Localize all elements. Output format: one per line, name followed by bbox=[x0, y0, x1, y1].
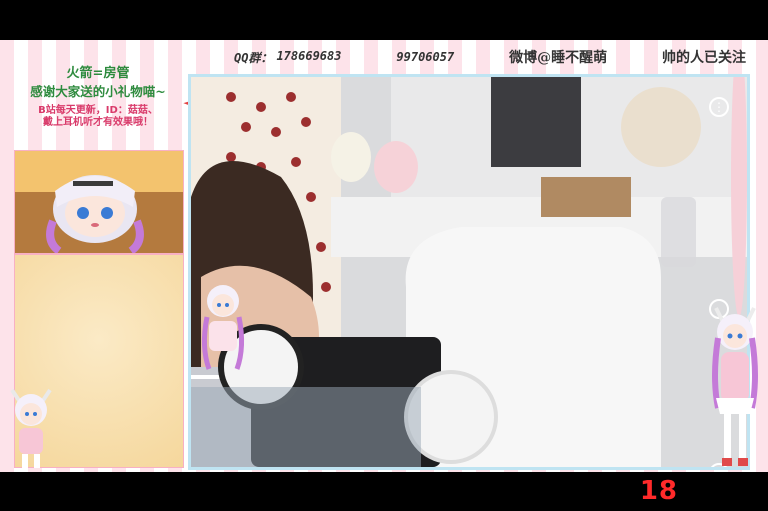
camera-view: ⋮ bbox=[188, 74, 750, 470]
kanna-chibi-inner-icon bbox=[201, 285, 245, 370]
notice-line-1: 火箭=房管 bbox=[66, 66, 130, 81]
notice-line-2: 感谢大家送的小礼物喵~ bbox=[30, 84, 166, 99]
notice-board: 火箭=房管 感谢大家送的小礼物喵~ B站每天更新，ID：菇菇、 戴上耳机听才有效… bbox=[14, 58, 182, 150]
weibo-handle: 微博@睡不醒萌 bbox=[509, 50, 608, 66]
anime-character-panel bbox=[14, 150, 184, 254]
follow-note: 帅的人已关注 bbox=[662, 50, 746, 66]
qq-group-number-1: 178669683 bbox=[276, 48, 342, 63]
camera-feed-image bbox=[191, 77, 747, 467]
notice-sub-1: B站每天更新，ID：菇菇、 bbox=[38, 105, 158, 116]
notice-sub-2: 戴上耳机听才有效果哦！ bbox=[43, 117, 153, 128]
kanna-chibi-image bbox=[46, 175, 144, 253]
stream-overlay-frame: QQ群： 178669683 99706057 微博@睡不醒萌 帅的人已关注 火… bbox=[0, 40, 768, 472]
qq-group-label: QQ群： bbox=[234, 50, 273, 65]
age-badge: 18 bbox=[639, 476, 678, 506]
qq-group-info: QQ群： 178669683 bbox=[234, 49, 341, 66]
qq-group-number-2: 99706057 bbox=[396, 50, 455, 64]
stream-header-bar: QQ群： 178669683 99706057 微博@睡不醒萌 帅的人已关注 bbox=[186, 42, 764, 72]
more-options-icon[interactable]: ⋮ bbox=[709, 97, 729, 117]
kanna-chibi-right-icon bbox=[712, 307, 758, 466]
kanna-chibi-left-icon bbox=[10, 388, 52, 468]
